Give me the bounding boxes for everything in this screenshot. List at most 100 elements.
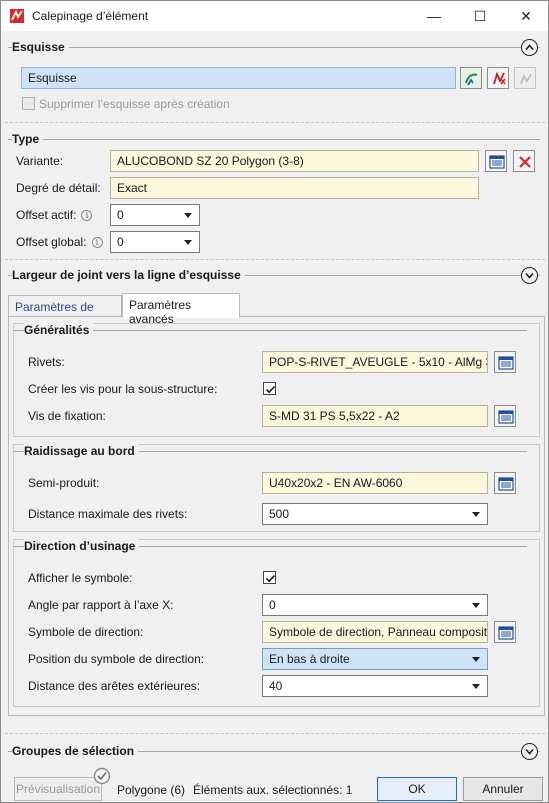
- semi-produit-label: Semi-produit:: [28, 476, 100, 490]
- info-icon[interactable]: i: [91, 237, 103, 249]
- vis-fixation-browse-button[interactable]: [494, 405, 516, 427]
- minimize-button[interactable]: —: [411, 1, 457, 31]
- tab-parametres-base[interactable]: Paramètres de base: [8, 295, 122, 328]
- info-icon[interactable]: i: [81, 210, 93, 222]
- section-groupes-label: Groupes de sélection: [12, 744, 139, 758]
- esquisse-delete-icon: [493, 71, 506, 85]
- maximize-icon: ☐: [473, 8, 487, 24]
- polygone-count-text: Polygone (6): [117, 783, 186, 797]
- semi-produit-browse-button[interactable]: [494, 472, 516, 494]
- group-raidissage-title: Raidissage au bord: [24, 444, 139, 458]
- offset-actif-value: 0: [117, 208, 124, 222]
- offset-global-dropdown[interactable]: 0: [110, 231, 200, 253]
- position-symbole-dropdown[interactable]: En bas à droite: [262, 648, 488, 670]
- esquisse-field[interactable]: Esquisse: [21, 67, 456, 89]
- section-type: Type: [8, 130, 540, 150]
- vis-fixation-label: Vis de fixation:: [28, 409, 106, 423]
- delete-esquisse-label: Supprimer l’esquisse après création: [39, 97, 230, 111]
- symbole-direction-label: Symbole de direction:: [28, 625, 144, 639]
- checkmark-icon: [265, 385, 276, 394]
- pick-esquisse-button[interactable]: [460, 67, 482, 89]
- catalog-icon: [498, 626, 514, 640]
- symbole-direction-field[interactable]: Symbole de direction, Panneau composite: [262, 621, 488, 643]
- chevron-down-icon: [184, 240, 192, 245]
- pick-esquisse-icon: [465, 73, 478, 86]
- offset-global-value: 0: [117, 235, 124, 249]
- variante-clear-button[interactable]: [513, 150, 535, 172]
- collapse-up-icon[interactable]: [521, 39, 538, 56]
- checkmark-icon: [265, 574, 276, 583]
- section-type-label: Type: [12, 132, 44, 146]
- group-raidissage: Raidissage au bord Semi-produit: U40x20x…: [13, 444, 540, 532]
- variante-field[interactable]: ALUCOBOND SZ 20 Polygon (3-8): [110, 150, 479, 172]
- cancel-button[interactable]: Annuler: [463, 777, 543, 801]
- app-logo-icon: [10, 9, 24, 23]
- rivets-label: Rivets:: [28, 355, 65, 369]
- position-symbole-label: Position du symbole de direction:: [28, 652, 205, 666]
- offset-actif-dropdown[interactable]: 0: [110, 204, 200, 226]
- distance-rivets-value: 500: [269, 507, 290, 521]
- divider: [5, 259, 545, 260]
- offset-actif-label: Offset actif: i: [16, 208, 93, 222]
- esquisse-edit-icon: [520, 73, 532, 85]
- minimize-icon: —: [427, 8, 441, 24]
- group-direction-title: Direction d’usinage: [24, 539, 140, 553]
- tab-panel: Généralités Rivets: POP-S-RIVET_AVEUGLE …: [8, 316, 545, 716]
- section-largeur-joint: Largeur de joint vers la ligne d’esquiss…: [8, 266, 540, 286]
- catalog-icon: [498, 410, 514, 424]
- section-esquisse-label: Esquisse: [12, 40, 69, 54]
- window-title: Calepinage d’élément: [32, 9, 149, 23]
- afficher-symbole-checkbox[interactable]: [263, 571, 276, 584]
- rivets-browse-button[interactable]: [494, 351, 516, 373]
- ok-button[interactable]: OK: [377, 777, 457, 801]
- maximize-button[interactable]: ☐: [457, 1, 503, 31]
- variante-browse-button[interactable]: [485, 150, 507, 172]
- remove-esquisse-button[interactable]: [487, 67, 509, 89]
- vis-sous-structure-checkbox[interactable]: [263, 382, 276, 395]
- chevron-down-icon: [472, 657, 480, 662]
- group-generalites-title: Généralités: [24, 323, 94, 337]
- group-direction-usinage: Direction d’usinage Afficher le symbole:…: [13, 539, 540, 707]
- close-icon: ✕: [520, 8, 532, 24]
- preview-check-icon: [93, 767, 111, 785]
- close-button[interactable]: ✕: [503, 1, 549, 31]
- divider: [5, 733, 545, 734]
- section-groupes-selection: Groupes de sélection: [8, 742, 540, 762]
- chevron-down-icon: [184, 213, 192, 218]
- section-esquisse: Esquisse: [8, 38, 540, 58]
- preview-button[interactable]: Prévisualisation: [14, 777, 102, 801]
- group-generalites: Généralités Rivets: POP-S-RIVET_AVEUGLE …: [13, 323, 540, 437]
- delete-esquisse-checkbox[interactable]: [22, 97, 35, 110]
- angle-label: Angle par rapport à l’axe X:: [28, 598, 174, 612]
- section-largeur-joint-label: Largeur de joint vers la ligne d’esquiss…: [12, 268, 245, 282]
- angle-value: 0: [269, 598, 276, 612]
- position-symbole-value: En bas à droite: [269, 652, 350, 666]
- distance-aretes-label: Distance des arêtes extérieures:: [28, 679, 201, 693]
- expand-down-icon[interactable]: [521, 743, 538, 760]
- vis-sous-structure-label: Créer les vis pour la sous-structure:: [28, 382, 218, 396]
- chevron-down-icon: [472, 512, 480, 517]
- degre-detail-field[interactable]: Exact: [110, 177, 479, 199]
- distance-aretes-dropdown[interactable]: 40: [262, 675, 488, 697]
- distance-rivets-dropdown[interactable]: 500: [262, 503, 488, 525]
- afficher-symbole-label: Afficher le symbole:: [28, 571, 133, 585]
- vis-fixation-field[interactable]: S-MD 31 PS 5,5x22 - A2: [262, 405, 488, 427]
- degre-detail-label: Degré de détail:: [16, 181, 101, 195]
- offset-global-label: Offset global: i: [16, 235, 103, 249]
- title-bar: Calepinage d’élément — ☐ ✕: [1, 1, 548, 31]
- catalog-icon: [498, 477, 514, 491]
- dialog-window: Calepinage d’élément — ☐ ✕ Esquisse Esqu…: [0, 0, 549, 803]
- angle-dropdown[interactable]: 0: [262, 594, 488, 616]
- chevron-down-icon: [472, 603, 480, 608]
- delete-icon: [519, 156, 531, 168]
- edit-esquisse-button[interactable]: [514, 67, 536, 89]
- catalog-icon: [498, 356, 514, 370]
- expand-down-icon[interactable]: [521, 267, 538, 284]
- catalog-icon: [489, 155, 505, 169]
- chevron-down-icon: [472, 684, 480, 689]
- semi-produit-field[interactable]: U40x20x2 - EN AW-6060: [262, 472, 488, 494]
- symbole-direction-browse-button[interactable]: [494, 621, 516, 643]
- tab-parametres-avances[interactable]: Paramètres avancés: [122, 293, 240, 326]
- divider: [5, 122, 545, 123]
- rivets-field[interactable]: POP-S-RIVET_AVEUGLE - 5x10 - AlMg 3,5: [262, 351, 488, 373]
